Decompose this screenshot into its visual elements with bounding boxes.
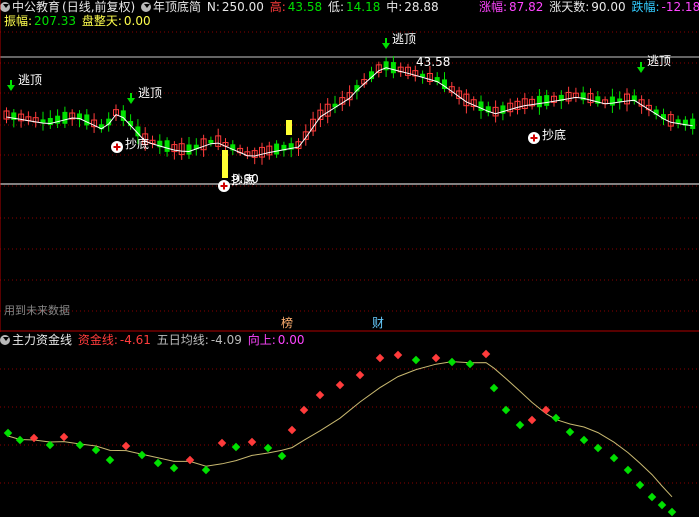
sub-dots bbox=[3, 349, 677, 517]
fund-dot bbox=[201, 465, 211, 475]
fund-dot bbox=[481, 349, 491, 359]
fund-dot bbox=[15, 435, 25, 445]
fund-dot bbox=[121, 441, 131, 451]
fund-dot bbox=[277, 451, 287, 461]
fund-dot bbox=[667, 507, 677, 517]
fund-dot bbox=[489, 383, 499, 393]
fund-dot bbox=[609, 453, 619, 463]
fund-dot bbox=[565, 427, 575, 437]
fund-dot bbox=[465, 359, 475, 369]
fund-dot bbox=[579, 435, 589, 445]
fund-dot bbox=[515, 420, 525, 430]
fund-dot bbox=[3, 428, 13, 438]
fund-dot bbox=[75, 440, 85, 450]
fund-dot bbox=[647, 492, 657, 502]
fund-dot bbox=[59, 432, 69, 442]
fund-dot bbox=[635, 480, 645, 490]
fund-dot bbox=[137, 450, 147, 460]
fund-dot bbox=[185, 455, 195, 465]
fund-dot bbox=[263, 443, 273, 453]
fund-dot bbox=[231, 442, 241, 452]
fund-dot bbox=[355, 370, 365, 380]
fund-dot bbox=[657, 500, 667, 510]
fund-dot bbox=[217, 438, 227, 448]
fund-dot bbox=[315, 390, 325, 400]
fund-dot bbox=[247, 437, 257, 447]
sub-grid bbox=[0, 368, 699, 484]
fund-dot bbox=[411, 355, 421, 365]
fund-dot bbox=[431, 353, 441, 363]
fund-dot bbox=[287, 425, 297, 435]
fund-dot bbox=[447, 357, 457, 367]
fund-dot bbox=[153, 458, 163, 468]
fund-dot bbox=[105, 455, 115, 465]
fund-dot bbox=[527, 415, 537, 425]
fund-dot bbox=[335, 380, 345, 390]
fund-dot bbox=[375, 353, 385, 363]
fund-dot bbox=[623, 465, 633, 475]
fund-dot bbox=[299, 405, 309, 415]
fund-dot bbox=[29, 433, 39, 443]
fund-dot bbox=[393, 350, 403, 360]
fund-dot bbox=[169, 463, 179, 473]
sub-chart[interactable] bbox=[0, 0, 699, 517]
